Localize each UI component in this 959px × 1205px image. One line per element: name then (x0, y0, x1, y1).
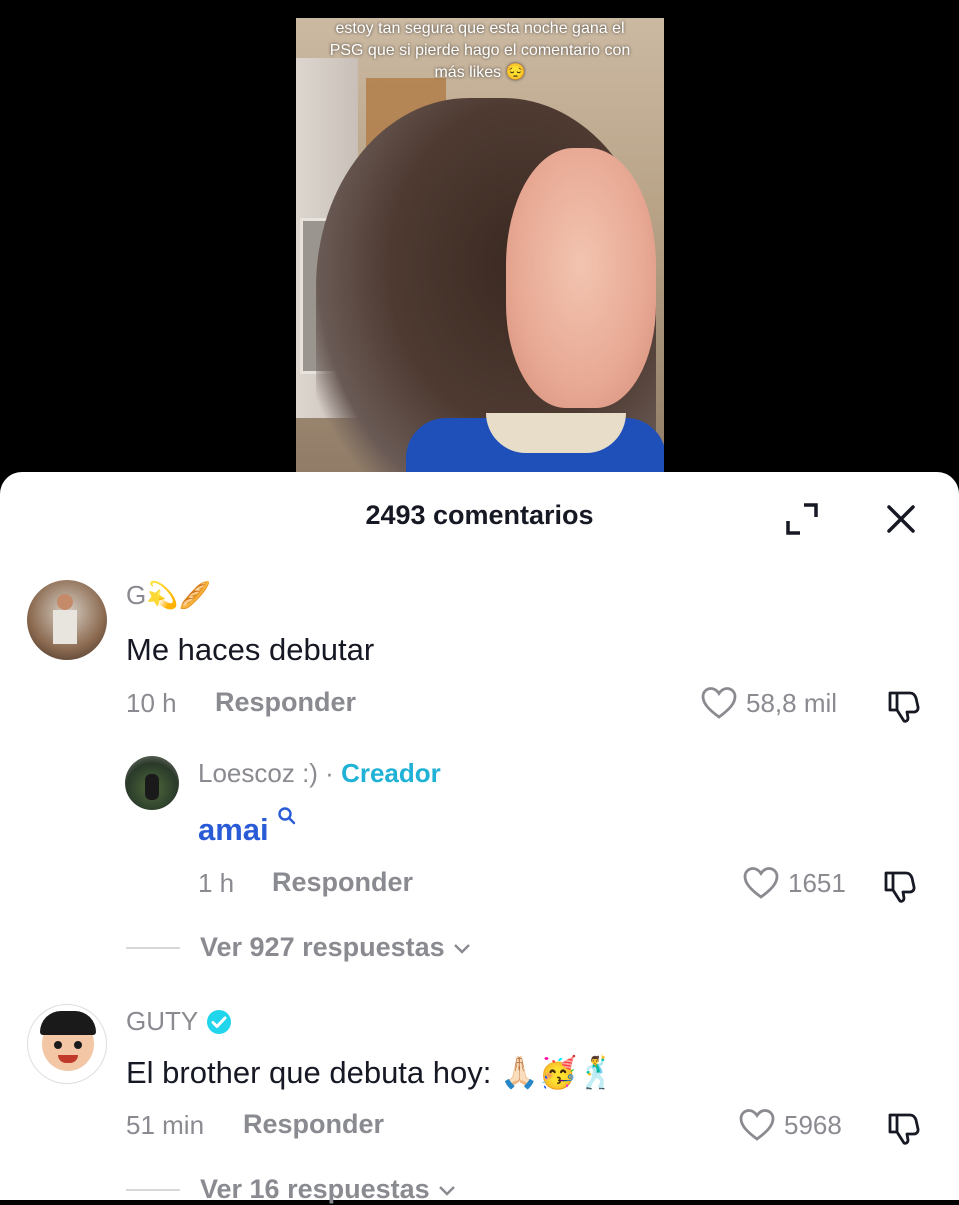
like-count: 58,8 mil (746, 687, 838, 718)
avatar[interactable] (125, 756, 179, 810)
heart-icon (701, 687, 737, 719)
dislike-icon[interactable] (885, 688, 921, 724)
like-button[interactable]: 1651 (742, 866, 846, 900)
comment-username[interactable]: G💫🥖 (126, 580, 211, 611)
comment-time: 1 h (198, 868, 235, 898)
reply-button[interactable]: Responder (243, 1109, 384, 1140)
username-text[interactable]: Loescoz :) (198, 758, 318, 788)
video-area: estoy tan segura que esta noche gana el … (0, 0, 959, 480)
reply-button[interactable]: Responder (272, 867, 413, 898)
search-icon[interactable] (277, 806, 297, 826)
comment-item: G💫🥖 Me haces debutar 10 h Responder 58,8… (0, 580, 959, 723)
avatar[interactable] (27, 580, 107, 660)
view-replies-label: Ver 927 respuestas (200, 932, 445, 962)
video-player[interactable]: estoy tan segura que esta noche gana el … (296, 18, 664, 480)
reply-comment-item: Loescoz :) · Creador amai 1 h Responder … (0, 756, 959, 903)
comment-username[interactable]: GUTY (126, 1006, 232, 1037)
like-count: 1651 (788, 867, 846, 898)
comments-sheet: 2493 comentarios G💫🥖 Me haces debutar 10… (0, 472, 959, 1204)
like-button[interactable]: 5968 (738, 1108, 842, 1142)
comment-text: amai (198, 807, 297, 848)
heart-icon (739, 1109, 775, 1141)
comment-username[interactable]: Loescoz :) · Creador (198, 758, 441, 789)
comment-text: El brother que debuta hoy: 🙏🏻🥳🕺 (126, 1055, 616, 1090)
dislike-icon[interactable] (885, 1110, 921, 1146)
dislike-icon[interactable] (881, 868, 917, 904)
creator-badge: Creador (341, 758, 441, 788)
like-count: 5968 (784, 1109, 842, 1140)
video-person-collar (486, 413, 626, 453)
comment-time: 51 min (126, 1110, 205, 1140)
comment-text: Me haces debutar (126, 632, 375, 667)
view-replies-label: Ver 16 respuestas (200, 1174, 430, 1204)
expand-icon[interactable] (785, 502, 819, 536)
close-icon[interactable] (884, 502, 918, 536)
heart-icon (743, 867, 779, 899)
comment-time: 10 h (126, 688, 177, 718)
search-link[interactable]: amai (198, 812, 269, 847)
avatar[interactable] (27, 1004, 107, 1084)
like-button[interactable]: 58,8 mil (700, 686, 837, 720)
video-caption: estoy tan segura que esta noche gana el … (329, 20, 631, 81)
divider-line (126, 946, 180, 949)
view-replies-button[interactable]: Ver 927 respuestas (126, 932, 473, 963)
reply-button[interactable]: Responder (215, 687, 356, 718)
username-text[interactable]: GUTY (126, 1006, 198, 1037)
separator: · (317, 758, 342, 788)
chevron-down-icon (438, 1185, 455, 1196)
chevron-down-icon (453, 943, 470, 954)
comment-item: GUTY El brother que debuta hoy: 🙏🏻🥳🕺 51 … (0, 1004, 959, 1146)
divider-line (126, 1188, 180, 1191)
video-person-face (506, 148, 656, 408)
view-replies-button[interactable]: Ver 16 respuestas (126, 1174, 458, 1205)
verified-badge-icon (207, 1009, 232, 1034)
